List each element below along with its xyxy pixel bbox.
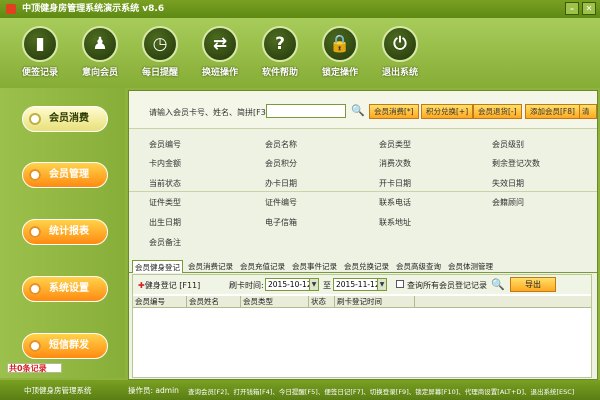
search-label: 请输入会员卡号、姓名、简拼[F3] [149,108,269,117]
field-label: 会员积分 [265,159,297,168]
tab-body-test[interactable]: 会员体测管理 [446,260,495,273]
nav-sms[interactable]: 短信群发 [22,333,108,359]
toolbar-label: 退出系统 [381,68,418,78]
field-label: 证件编号 [265,198,297,207]
nav-settings[interactable]: 系统设置 [22,276,108,302]
member-info: 会员编号 会员名称 会员类型 会员级别 卡内金额 会员积分 消费次数 剩余登记次… [129,131,597,251]
toolbar-label: 每日提醒 [141,68,178,78]
toolbar-label: 换班操作 [201,68,238,78]
status-shortcuts: 查询会员[F2]、打开钱箱[F4]、今日提醒[F5]、便签日记[F7]、切换登录… [188,388,575,396]
toolbar-label: 锁定操作 [321,68,358,78]
nav-reports[interactable]: 统计报表 [22,219,108,245]
toolbar-label: 便签记录 [21,68,58,78]
toolbar-reminder-button[interactable]: ◷ 每日提醒 [130,26,190,78]
query-all-checkbox[interactable] [396,280,404,288]
watermark: 当下软件园 [512,358,592,378]
field-label: 失效日期 [492,179,524,188]
chevron-down-icon[interactable]: ▼ [377,278,387,291]
lock-icon: 🔒 [322,26,358,62]
field-label: 会员编号 [149,140,181,149]
clock-icon: ◷ [142,26,178,62]
clear-button[interactable]: 清 [579,104,597,119]
grid-header: 会员编号 会员姓名 会员类型 状态 刷卡登记时间 [133,296,591,308]
sidebar: 会员消费 会员管理 统计报表 系统设置 短信群发 [0,88,125,378]
field-label: 会籍顾问 [492,198,524,207]
query-all-label: 查询所有会员登记记录 [407,281,487,290]
tab-consume-records[interactable]: 会员消费记录 [186,260,235,273]
return-button[interactable]: 会员退货[-] [473,104,522,119]
toolbar-exit-button[interactable]: ⏻ 退出系统 [370,26,430,78]
main-panel: 请输入会员卡号、姓名、简拼[F3] 🔍 会员消费[*] 积分兑换[+] 会员退货… [128,90,598,380]
watermark-text: 当下软件园 [530,362,580,373]
tab-event-records[interactable]: 会员事件记录 [290,260,339,273]
search-input[interactable] [266,104,346,118]
swap-icon: ⇄ [202,26,238,62]
register-label: 健身登记 [F11] [144,281,201,290]
field-label: 剩余登记次数 [492,159,540,168]
minimize-button[interactable]: – [565,2,579,15]
toolbar-shift-button[interactable]: ⇄ 换班操作 [190,26,250,78]
column-header[interactable]: 状态 [309,296,335,308]
power-icon: ⏻ [382,26,418,62]
status-operator: 操作员: admin [128,386,179,395]
divider [129,191,597,192]
field-label: 会员名称 [265,140,297,149]
tab-recharge-records[interactable]: 会员充值记录 [238,260,287,273]
register-button[interactable]: ✚健身登记 [F11] [138,280,200,291]
help-icon: ? [262,26,298,62]
toolbar-label: 软件帮助 [261,68,298,78]
note-icon: ▮ [22,26,58,62]
field-label: 会员备注 [149,238,181,247]
field-label: 会员类型 [379,140,411,149]
toolbar-lock-button[interactable]: 🔒 锁定操作 [310,26,370,78]
field-label: 证件类型 [149,198,181,207]
tab-advanced-query[interactable]: 会员高级查询 [394,260,443,273]
chevron-down-icon[interactable]: ▼ [309,278,319,291]
consume-button[interactable]: 会员消费[*] [369,104,419,119]
panel-toolbar: ✚健身登记 [F11] 刷卡时间: 2015-10-12 ▼ 至 2015-11… [133,275,591,294]
tab-fitness-register[interactable]: 会员健身登记 [132,260,183,273]
to-label: 至 [323,281,331,290]
user-icon: ♟ [82,26,118,62]
toolbar-label: 意向会员 [81,68,118,78]
column-header[interactable]: 会员姓名 [187,296,241,308]
field-label: 出生日期 [149,218,181,227]
field-label: 联系电话 [379,198,411,207]
toolbar-help-button[interactable]: ? 软件帮助 [250,26,310,78]
search-icon[interactable]: 🔍 [491,278,505,291]
toolbar-prospect-button[interactable]: ♟ 意向会员 [70,26,130,78]
field-label: 消费次数 [379,159,411,168]
record-count: 共0条记录 [7,363,62,373]
field-label: 当前状态 [149,179,181,188]
close-button[interactable]: ✕ [582,2,596,15]
field-label: 开卡日期 [379,179,411,188]
time-label: 刷卡时间: [229,281,264,290]
title-bar: 中顶健身房管理系统演示系统 v8.6 – ✕ [0,0,600,18]
column-header[interactable]: 会员类型 [241,296,309,308]
nav-member-manage[interactable]: 会员管理 [22,162,108,188]
add-member-button[interactable]: 添加会员[F8] [525,104,580,119]
nav-member-consume[interactable]: 会员消费 [22,106,108,132]
field-label: 办卡日期 [265,179,297,188]
column-header[interactable]: 会员编号 [133,296,187,308]
tab-exchange-records[interactable]: 会员兑换记录 [342,260,391,273]
field-label: 电子信箱 [265,218,297,227]
main-toolbar: ▮ 便签记录 ♟ 意向会员 ◷ 每日提醒 ⇄ 换班操作 ? 软件帮助 🔒 锁定操… [0,18,600,88]
watermark-logo-icon [512,359,528,375]
plus-icon: ✚ [138,281,145,290]
toolbar-note-button[interactable]: ▮ 便签记录 [10,26,70,78]
column-header[interactable]: 刷卡登记时间 [335,296,415,308]
points-exchange-button[interactable]: 积分兑换[+] [421,104,474,119]
search-icon[interactable]: 🔍 [351,104,365,118]
status-app-name: 中顶健身房管理系统 [24,386,92,395]
record-tabs: 会员健身登记 会员消费记录 会员充值记录 会员事件记录 会员兑换记录 会员高级查… [129,259,597,273]
field-label: 会员级别 [492,140,524,149]
export-button[interactable]: 导出 [510,277,556,292]
window-title: 中顶健身房管理系统演示系统 v8.6 [22,4,165,14]
status-bar: 中顶健身房管理系统 操作员: admin 查询会员[F2]、打开钱箱[F4]、今… [0,380,600,400]
field-label: 卡内金额 [149,159,181,168]
search-bar: 请输入会员卡号、姓名、简拼[F3] 🔍 会员消费[*] 积分兑换[+] 会员退货… [129,91,597,129]
app-logo-icon [6,3,16,14]
field-label: 联系地址 [379,218,411,227]
